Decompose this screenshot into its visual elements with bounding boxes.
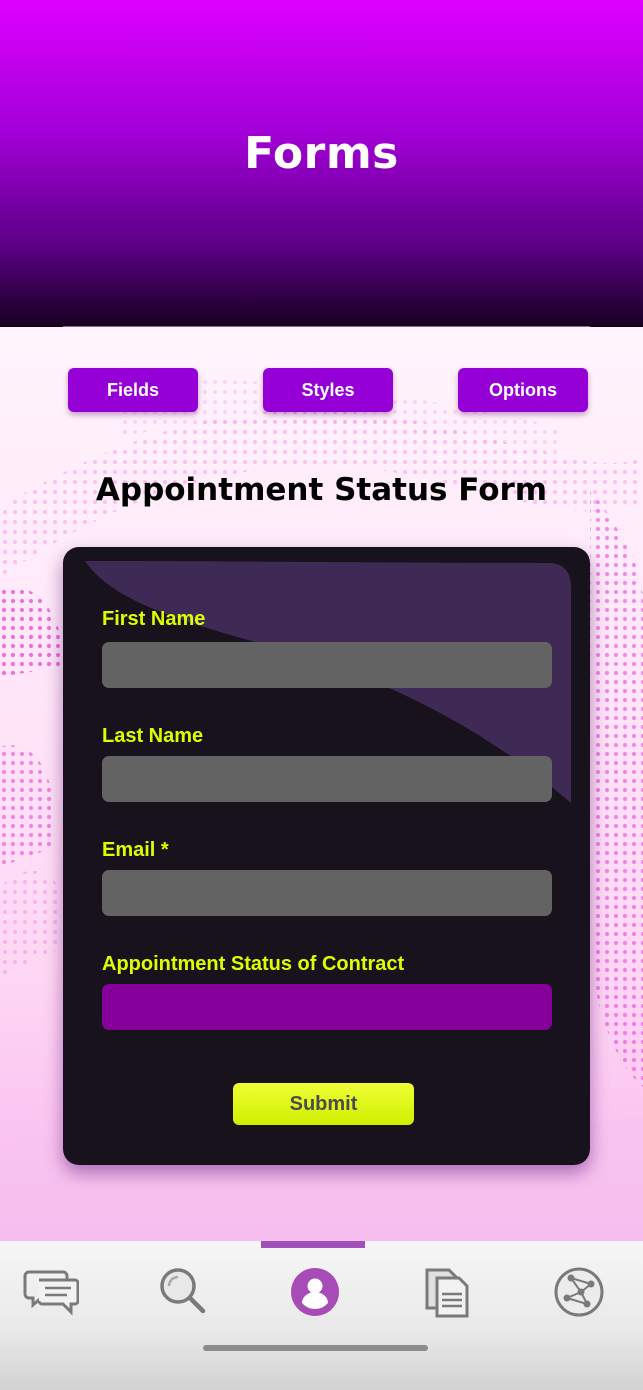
nav-search[interactable]	[150, 1259, 216, 1325]
email-label: Email *	[102, 839, 169, 861]
profile-icon	[291, 1268, 339, 1316]
form-card: First Name Last Name Email * Appointment…	[63, 547, 590, 1165]
documents-icon	[425, 1268, 469, 1318]
nav-documents[interactable]	[414, 1259, 480, 1325]
nav-chat[interactable]	[18, 1259, 84, 1325]
tab-options[interactable]: Options	[458, 368, 588, 412]
first-name-label: First Name	[102, 608, 206, 630]
home-indicator	[203, 1345, 428, 1351]
nav-network[interactable]	[546, 1259, 612, 1325]
last-name-label: Last Name	[102, 725, 204, 747]
active-tab-indicator	[261, 1241, 365, 1248]
search-icon	[160, 1268, 206, 1314]
bottom-nav	[0, 1241, 643, 1390]
form-title: Appointment Status Form	[95, 472, 548, 508]
appointment-status-label: Appointment Status of Contract	[102, 953, 405, 975]
app-header: Forms	[0, 0, 643, 327]
first-name-input[interactable]	[102, 642, 552, 688]
email-input[interactable]	[102, 870, 552, 916]
last-name-input[interactable]	[102, 756, 552, 802]
appointment-status-select[interactable]	[102, 984, 552, 1030]
nav-profile[interactable]	[282, 1259, 348, 1325]
tab-fields[interactable]: Fields	[68, 368, 198, 412]
tab-styles[interactable]: Styles	[263, 368, 393, 412]
submit-button[interactable]: Submit	[233, 1083, 414, 1125]
chat-icon	[23, 1270, 79, 1316]
page-title: Forms	[244, 128, 399, 179]
network-icon	[554, 1267, 604, 1317]
